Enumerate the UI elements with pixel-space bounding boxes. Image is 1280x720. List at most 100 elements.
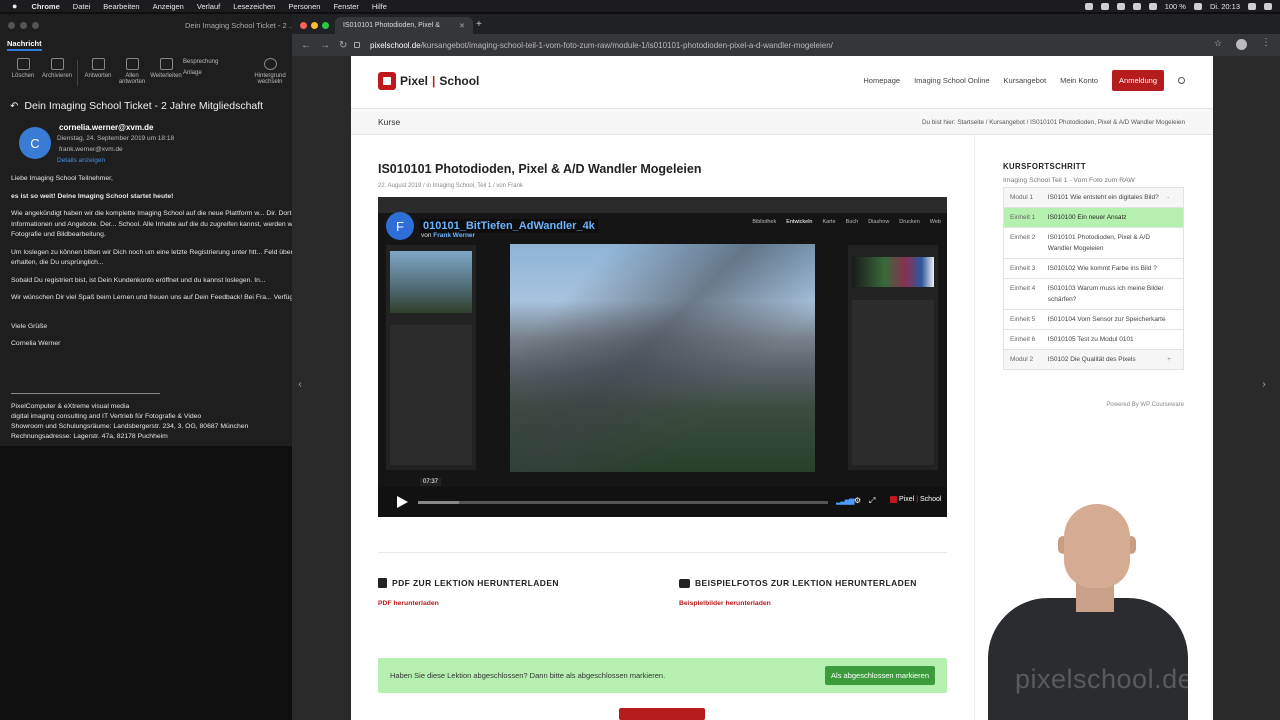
- sender-email[interactable]: cornelia.werner@xvm.de: [59, 123, 154, 132]
- battery-percent[interactable]: 100 %: [1165, 2, 1186, 11]
- browser-tab[interactable]: IS010101 Photodioden, Pixel &: [335, 17, 473, 34]
- battery-icon[interactable]: [1193, 2, 1202, 10]
- menu-lesezeichen[interactable]: Lesezeichen: [233, 2, 275, 11]
- player-brand[interactable]: Pixel | School: [890, 496, 941, 503]
- seek-bar[interactable]: [418, 501, 828, 504]
- nav-homepage[interactable]: Homepage: [863, 76, 900, 85]
- mark-complete-button[interactable]: Als abgeschlossen markieren: [825, 666, 935, 685]
- close-tab-icon[interactable]: ✕: [459, 22, 465, 30]
- recipient-email[interactable]: frank.werner@xvm.de: [59, 146, 123, 153]
- archive-button[interactable]: Archivieren: [40, 54, 74, 79]
- progress-row[interactable]: Modul 1 IS0101 Wie entsteht ein digitales…: [1004, 188, 1183, 208]
- progress-row[interactable]: Einheit 2 IS010101 Photodioden, Pixel & A…: [1004, 228, 1183, 259]
- menu-personen[interactable]: Personen: [288, 2, 320, 11]
- url-field[interactable]: pixelschool.de/kursangebot/imaging-schoo…: [354, 38, 1214, 53]
- menu-hilfe[interactable]: Hilfe: [372, 2, 387, 11]
- progress-row[interactable]: Modul 2 IS0102 Die Qualität des Pixels +: [1004, 350, 1183, 369]
- search-icon[interactable]: [1178, 77, 1185, 84]
- channel-avatar[interactable]: F: [386, 212, 414, 240]
- video-player[interactable]: Bibliothek Entwickeln Karte Buch Diashow…: [378, 197, 947, 517]
- zoom-window-icon[interactable]: [322, 22, 329, 29]
- progress-course[interactable]: Imaging School Teil 1 - Vom Foto zum RAW: [1003, 177, 1135, 184]
- wifi-icon[interactable]: [1132, 2, 1141, 10]
- reload-icon[interactable]: ↻: [339, 40, 347, 51]
- sun-icon: [263, 58, 277, 70]
- pdf-download-link[interactable]: PDF herunterladen: [378, 600, 439, 607]
- details-link[interactable]: Details anzeigen: [57, 157, 105, 164]
- volume-icon[interactable]: [1148, 2, 1157, 10]
- mail-toolbar: Löschen Archivieren Antworten Allen antw…: [0, 54, 292, 92]
- minimize-window-icon[interactable]: [20, 21, 27, 29]
- play-icon[interactable]: [394, 495, 408, 509]
- bluetooth-icon[interactable]: [1116, 2, 1125, 10]
- settings-gear-icon[interactable]: ⚙: [854, 496, 861, 505]
- row-unit: Modul 2: [1010, 356, 1034, 363]
- anmeldung-button[interactable]: Anmeldung: [1112, 70, 1164, 91]
- mail-window-title: Dein Imaging School Ticket - 2 ...: [185, 21, 292, 30]
- background-button[interactable]: Hintergrund wechseln: [249, 54, 291, 85]
- menu-datei[interactable]: Datei: [73, 2, 91, 11]
- reply-all-button[interactable]: Allen antworten: [115, 54, 149, 85]
- next-arrow-icon[interactable]: ›: [1256, 372, 1272, 396]
- volume-icon[interactable]: ▂▃▅▆: [836, 497, 855, 505]
- site-logo[interactable]: Pixel | School: [378, 72, 479, 90]
- apple-icon[interactable]: ●: [12, 1, 17, 11]
- menu-anzeigen[interactable]: Anzeigen: [153, 2, 184, 11]
- next-unit-button[interactable]: [619, 708, 705, 720]
- byline-author[interactable]: Frank Werner: [433, 232, 475, 239]
- menu-fenster[interactable]: Fenster: [333, 2, 358, 11]
- bookmark-star-icon[interactable]: ☆: [1214, 38, 1222, 49]
- forward-icon[interactable]: →: [320, 40, 330, 51]
- expand-toggle[interactable]: +: [1167, 354, 1183, 365]
- profile-avatar[interactable]: [1236, 39, 1247, 50]
- menu-app[interactable]: Chrome: [31, 2, 59, 11]
- forward-button[interactable]: Weiterleiten: [149, 54, 183, 79]
- tab-nachricht[interactable]: Nachricht: [7, 39, 42, 51]
- search-icon[interactable]: [1248, 2, 1256, 10]
- zoom-window-icon[interactable]: [32, 21, 39, 29]
- powered-by[interactable]: Powered By WP Courseware: [1003, 402, 1184, 408]
- back-icon[interactable]: ←: [301, 40, 311, 51]
- sig-line-3: Showroom und Schulungsräume: Landsberger…: [11, 423, 249, 430]
- lightroom-left-panel: [386, 245, 476, 470]
- progress-row[interactable]: Einheit 5 IS010104 Vom Sensor zur Speiche…: [1004, 310, 1183, 330]
- body-para-3: Sobald Du registriert bist, ist Dein Kun…: [11, 276, 266, 284]
- collapse-toggle[interactable]: -: [1167, 192, 1183, 203]
- nav-mein-konto[interactable]: Mein Konto: [1060, 76, 1098, 85]
- video-title-bar: F 010101_BitTiefen_AdWandler_4k: [386, 212, 598, 240]
- control-center-icon[interactable]: [1264, 2, 1272, 10]
- photos-download-link[interactable]: Beispielbilder herunterladen: [679, 600, 771, 607]
- prev-arrow-icon[interactable]: ‹: [292, 372, 308, 396]
- menu-bearbeiten[interactable]: Bearbeiten: [103, 2, 139, 11]
- breadcrumb[interactable]: Du bist hier: Startseite / Kursangebot /…: [922, 119, 1185, 126]
- clock[interactable]: Di. 20:13: [1210, 2, 1240, 11]
- video-title[interactable]: 010101_BitTiefen_AdWandler_4k: [420, 219, 598, 233]
- reply-button[interactable]: Antworten: [81, 54, 115, 79]
- archive-label: Archivieren: [41, 73, 72, 79]
- progress-row[interactable]: Einheit 1 IS010100 Ein neuer Ansatz: [1004, 208, 1183, 228]
- fullscreen-icon[interactable]: ⤢: [869, 496, 875, 506]
- menu-verlauf[interactable]: Verlauf: [197, 2, 220, 11]
- video-icon[interactable]: [1084, 2, 1093, 10]
- progress-row[interactable]: Einheit 6 IS010105 Test zu Modul 0101: [1004, 330, 1183, 350]
- delete-button[interactable]: Löschen: [6, 54, 40, 79]
- nav-kursangebot[interactable]: Kursangebot: [1004, 76, 1047, 85]
- brand-b: School: [920, 496, 942, 503]
- progress-row[interactable]: Einheit 3 IS010102 Wie kommt Farbe ins Bi…: [1004, 259, 1183, 279]
- attachment-button[interactable]: Anlage: [183, 70, 249, 76]
- video-byline: von Frank Werner: [421, 232, 475, 239]
- cloud-icon[interactable]: [1100, 2, 1109, 10]
- body-greeting: Liebe Imaging School Teilnehmer,: [11, 175, 113, 182]
- watermark: pixelschool.de: [1015, 664, 1194, 694]
- minimize-window-icon[interactable]: [311, 22, 318, 29]
- pdf-heading: PDF ZUR LEKTION HERUNTERLADEN: [378, 578, 559, 588]
- nav-imaging-school-online[interactable]: Imaging School Online: [914, 76, 989, 85]
- new-tab-icon[interactable]: +: [476, 19, 482, 30]
- meeting-button[interactable]: Besprechung: [183, 59, 249, 65]
- toolbar-small-group: Besprechung Anlage: [183, 59, 249, 76]
- menu-kebab-icon[interactable]: ⋮: [1261, 37, 1271, 48]
- close-window-icon[interactable]: [8, 21, 15, 29]
- subject-text: Dein Imaging School Ticket - 2 Jahre Mit…: [24, 100, 264, 112]
- progress-row[interactable]: Einheit 4 IS010103 Warum muss ich meine B…: [1004, 279, 1183, 310]
- close-window-icon[interactable]: [300, 22, 307, 29]
